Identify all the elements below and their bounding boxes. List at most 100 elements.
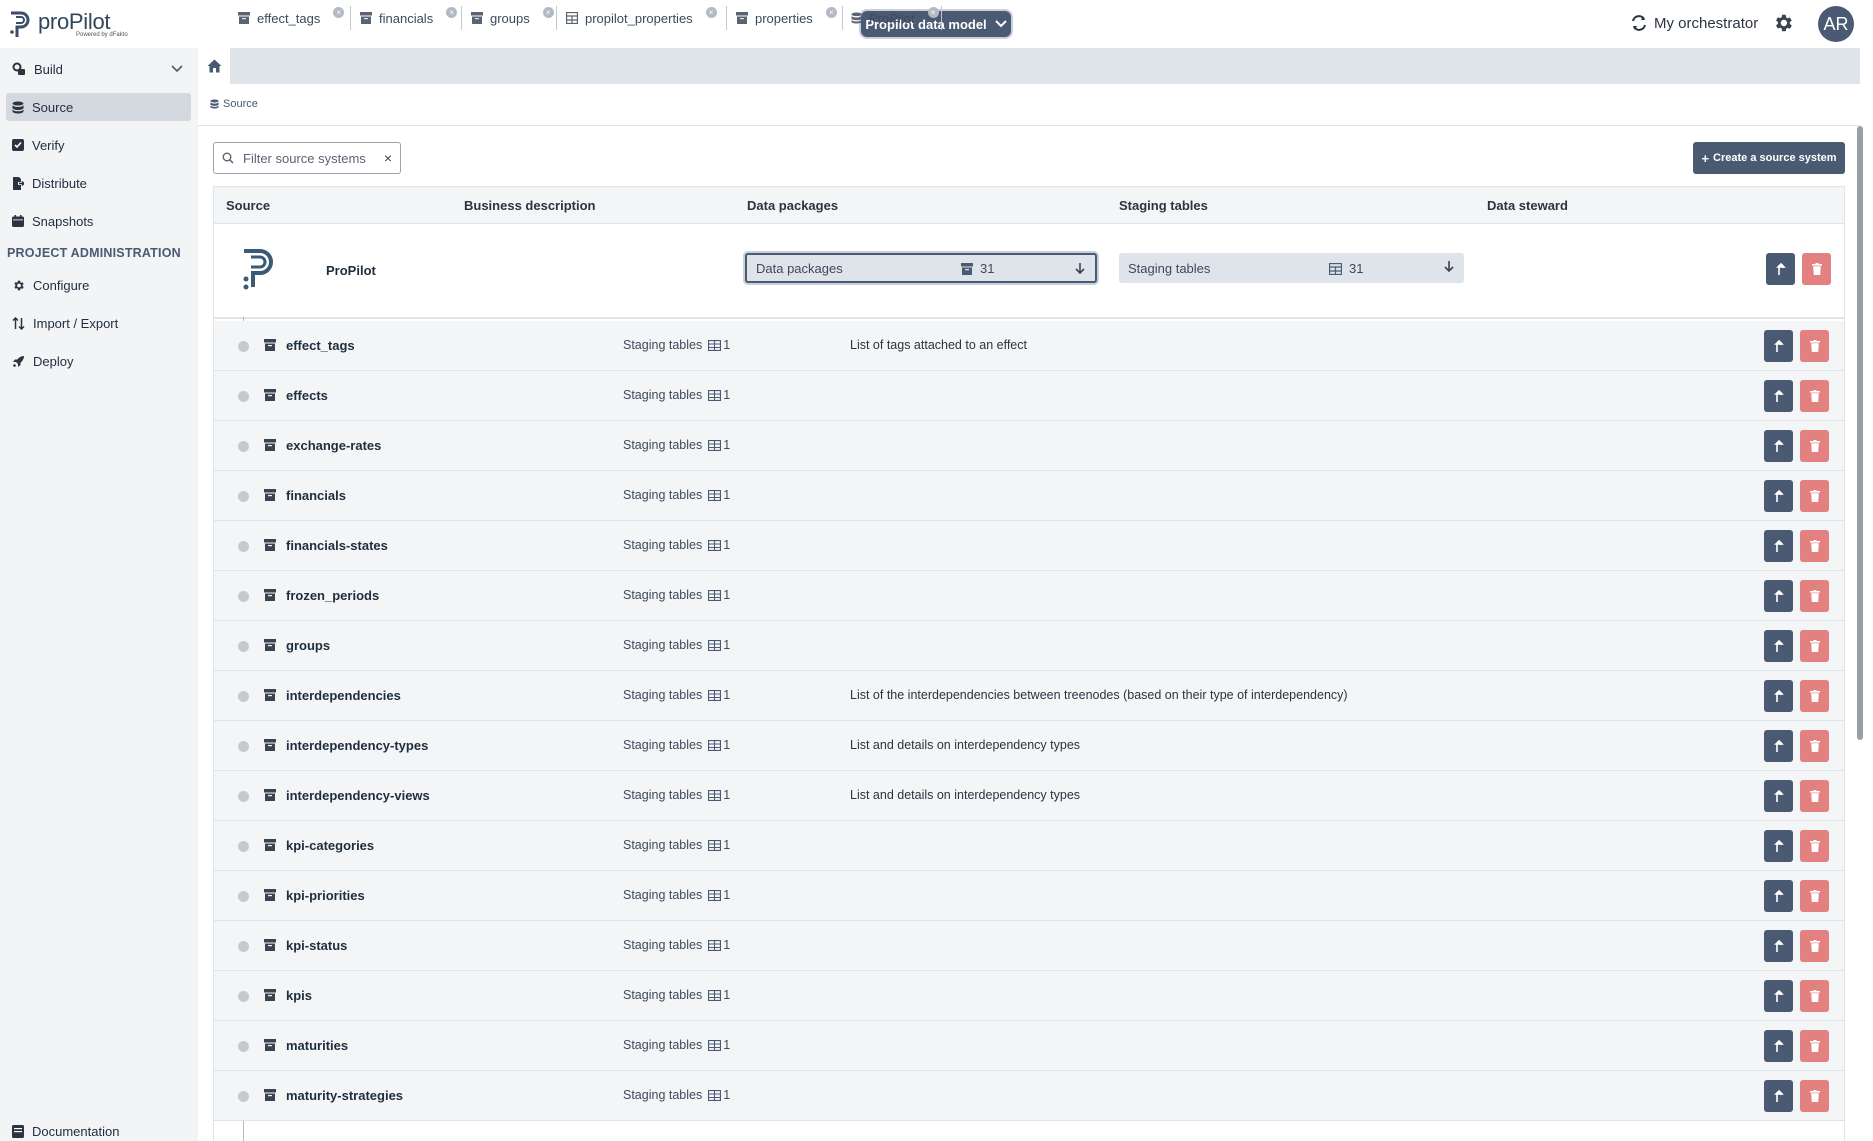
staging-tables-link[interactable]: Staging tables 1	[623, 638, 730, 652]
data-packages-dropdown[interactable]: Data packages 31	[745, 253, 1097, 283]
sidebar-item-deploy[interactable]: Deploy	[6, 347, 191, 375]
delete-button[interactable]	[1800, 980, 1829, 1012]
create-source-system-button[interactable]: + Create a source system	[1693, 142, 1845, 174]
delete-button[interactable]	[1800, 730, 1829, 762]
upload-button[interactable]	[1764, 980, 1793, 1012]
tab-propilot-properties[interactable]: propilot_properties ×	[566, 6, 717, 28]
scrollbar[interactable]	[1857, 126, 1863, 740]
package-name[interactable]: kpi-status	[286, 938, 347, 953]
staging-tables-link[interactable]: Staging tables 1	[623, 788, 730, 802]
sidebar-item-distribute[interactable]: Distribute	[6, 169, 191, 197]
package-name[interactable]: kpis	[286, 988, 312, 1003]
clear-icon[interactable]: ×	[384, 150, 392, 166]
chevron-down-icon[interactable]	[171, 65, 183, 73]
staging-tables-link[interactable]: Staging tables 1	[623, 338, 730, 352]
package-name[interactable]: interdependencies	[286, 688, 401, 703]
delete-button[interactable]	[1800, 530, 1829, 562]
sidebar-item-snapshots[interactable]: Snapshots	[6, 207, 191, 235]
sidebar-item-source[interactable]: Source	[6, 93, 191, 121]
staging-tables-link[interactable]: Staging tables 1	[623, 988, 730, 1002]
table-row[interactable]: interdependency-types Staging tables 1 L…	[214, 721, 1844, 771]
delete-button[interactable]	[1800, 330, 1829, 362]
upload-button[interactable]	[1764, 780, 1793, 812]
close-icon[interactable]: ×	[825, 6, 837, 18]
package-name[interactable]: interdependency-types	[286, 738, 428, 753]
logo[interactable]: proPilot Powered by dFakto	[8, 10, 128, 40]
tab-effect-tags[interactable]: effect_tags ×	[238, 6, 345, 28]
table-row[interactable]: maturities Staging tables 1	[214, 1021, 1844, 1071]
upload-button[interactable]	[1764, 930, 1793, 962]
delete-button[interactable]	[1800, 580, 1829, 612]
package-name[interactable]: maturity-strategies	[286, 1088, 403, 1103]
table-row[interactable]: kpi-status Staging tables 1	[214, 921, 1844, 971]
upload-button[interactable]	[1766, 253, 1795, 285]
staging-tables-link[interactable]: Staging tables 1	[623, 388, 730, 402]
table-row[interactable]: effects Staging tables 1	[214, 371, 1844, 421]
delete-button[interactable]	[1800, 480, 1829, 512]
table-row[interactable]: frozen_periods Staging tables 1	[214, 571, 1844, 621]
close-icon[interactable]: ×	[705, 6, 717, 18]
delete-button[interactable]	[1800, 1030, 1829, 1062]
sidebar-item-import-export[interactable]: Import / Export	[6, 309, 191, 337]
close-icon[interactable]: ×	[542, 6, 554, 18]
staging-tables-link[interactable]: Staging tables 1	[623, 888, 730, 902]
table-row[interactable]: kpi-priorities Staging tables 1	[214, 871, 1844, 921]
delete-button[interactable]	[1800, 880, 1829, 912]
tab-financials[interactable]: financials ×	[360, 6, 458, 28]
staging-tables-link[interactable]: Staging tables 1	[623, 438, 730, 452]
package-name[interactable]: interdependency-views	[286, 788, 430, 803]
table-row[interactable]: interdependency-views Staging tables 1 L…	[214, 771, 1844, 821]
delete-button[interactable]	[1800, 1080, 1829, 1112]
package-name[interactable]: effect_tags	[286, 338, 355, 353]
staging-tables-link[interactable]: Staging tables 1	[623, 488, 730, 502]
upload-button[interactable]	[1764, 580, 1793, 612]
source-row[interactable]: ProPilot Data packages 31 Staging tables…	[214, 224, 1844, 319]
package-name[interactable]: financials-states	[286, 538, 388, 553]
upload-button[interactable]	[1764, 430, 1793, 462]
table-row[interactable]: groups Staging tables 1	[214, 621, 1844, 671]
package-name[interactable]: groups	[286, 638, 330, 653]
upload-button[interactable]	[1764, 530, 1793, 562]
sidebar-item-configure[interactable]: Configure	[6, 271, 191, 299]
package-name[interactable]: effects	[286, 388, 328, 403]
tab-groups[interactable]: groups ×	[471, 6, 554, 28]
table-row[interactable]: maturity-strategies Staging tables 1	[214, 1071, 1844, 1121]
upload-button[interactable]	[1764, 1030, 1793, 1062]
upload-button[interactable]	[1764, 480, 1793, 512]
table-row[interactable]: interdependencies Staging tables 1 List …	[214, 671, 1844, 721]
delete-button[interactable]	[1800, 430, 1829, 462]
sidebar-item-build[interactable]: Build	[6, 55, 191, 83]
staging-tables-link[interactable]: Staging tables 1	[623, 938, 730, 952]
delete-button[interactable]	[1802, 253, 1831, 285]
delete-button[interactable]	[1800, 380, 1829, 412]
upload-button[interactable]	[1764, 380, 1793, 412]
user-avatar[interactable]: AR	[1818, 6, 1854, 42]
package-name[interactable]: exchange-rates	[286, 438, 381, 453]
upload-button[interactable]	[1764, 680, 1793, 712]
breadcrumb[interactable]: Source	[210, 98, 258, 110]
staging-tables-link[interactable]: Staging tables 1	[623, 738, 730, 752]
settings-button[interactable]	[1772, 12, 1794, 37]
table-row[interactable]: effect_tags Staging tables 1 List of tag…	[214, 321, 1844, 371]
staging-tables-link[interactable]: Staging tables 1	[623, 1038, 730, 1052]
delete-button[interactable]	[1800, 780, 1829, 812]
filter-search-input[interactable]: Filter source systems ×	[213, 142, 401, 174]
table-row[interactable]: financials Staging tables 1	[214, 471, 1844, 521]
delete-button[interactable]	[1800, 830, 1829, 862]
orchestrator-switch[interactable]: My orchestrator	[1630, 14, 1758, 32]
staging-tables-link[interactable]: Staging tables 1	[623, 1088, 730, 1102]
table-row[interactable]: kpis Staging tables 1	[214, 971, 1844, 1021]
staging-tables-link[interactable]: Staging tables 1	[623, 838, 730, 852]
upload-button[interactable]	[1764, 330, 1793, 362]
tab-properties[interactable]: properties ×	[736, 6, 837, 28]
documentation-link[interactable]: Documentation	[12, 1124, 119, 1139]
table-row[interactable]: kpi-categories Staging tables 1	[214, 821, 1844, 871]
close-icon[interactable]: ×	[446, 6, 458, 18]
package-name[interactable]: kpi-categories	[286, 838, 374, 853]
package-name[interactable]: kpi-priorities	[286, 888, 365, 903]
package-name[interactable]: financials	[286, 488, 346, 503]
close-icon[interactable]: ×	[927, 6, 939, 18]
table-row[interactable]: financials-states Staging tables 1	[214, 521, 1844, 571]
upload-button[interactable]	[1764, 630, 1793, 662]
close-icon[interactable]: ×	[333, 6, 345, 18]
